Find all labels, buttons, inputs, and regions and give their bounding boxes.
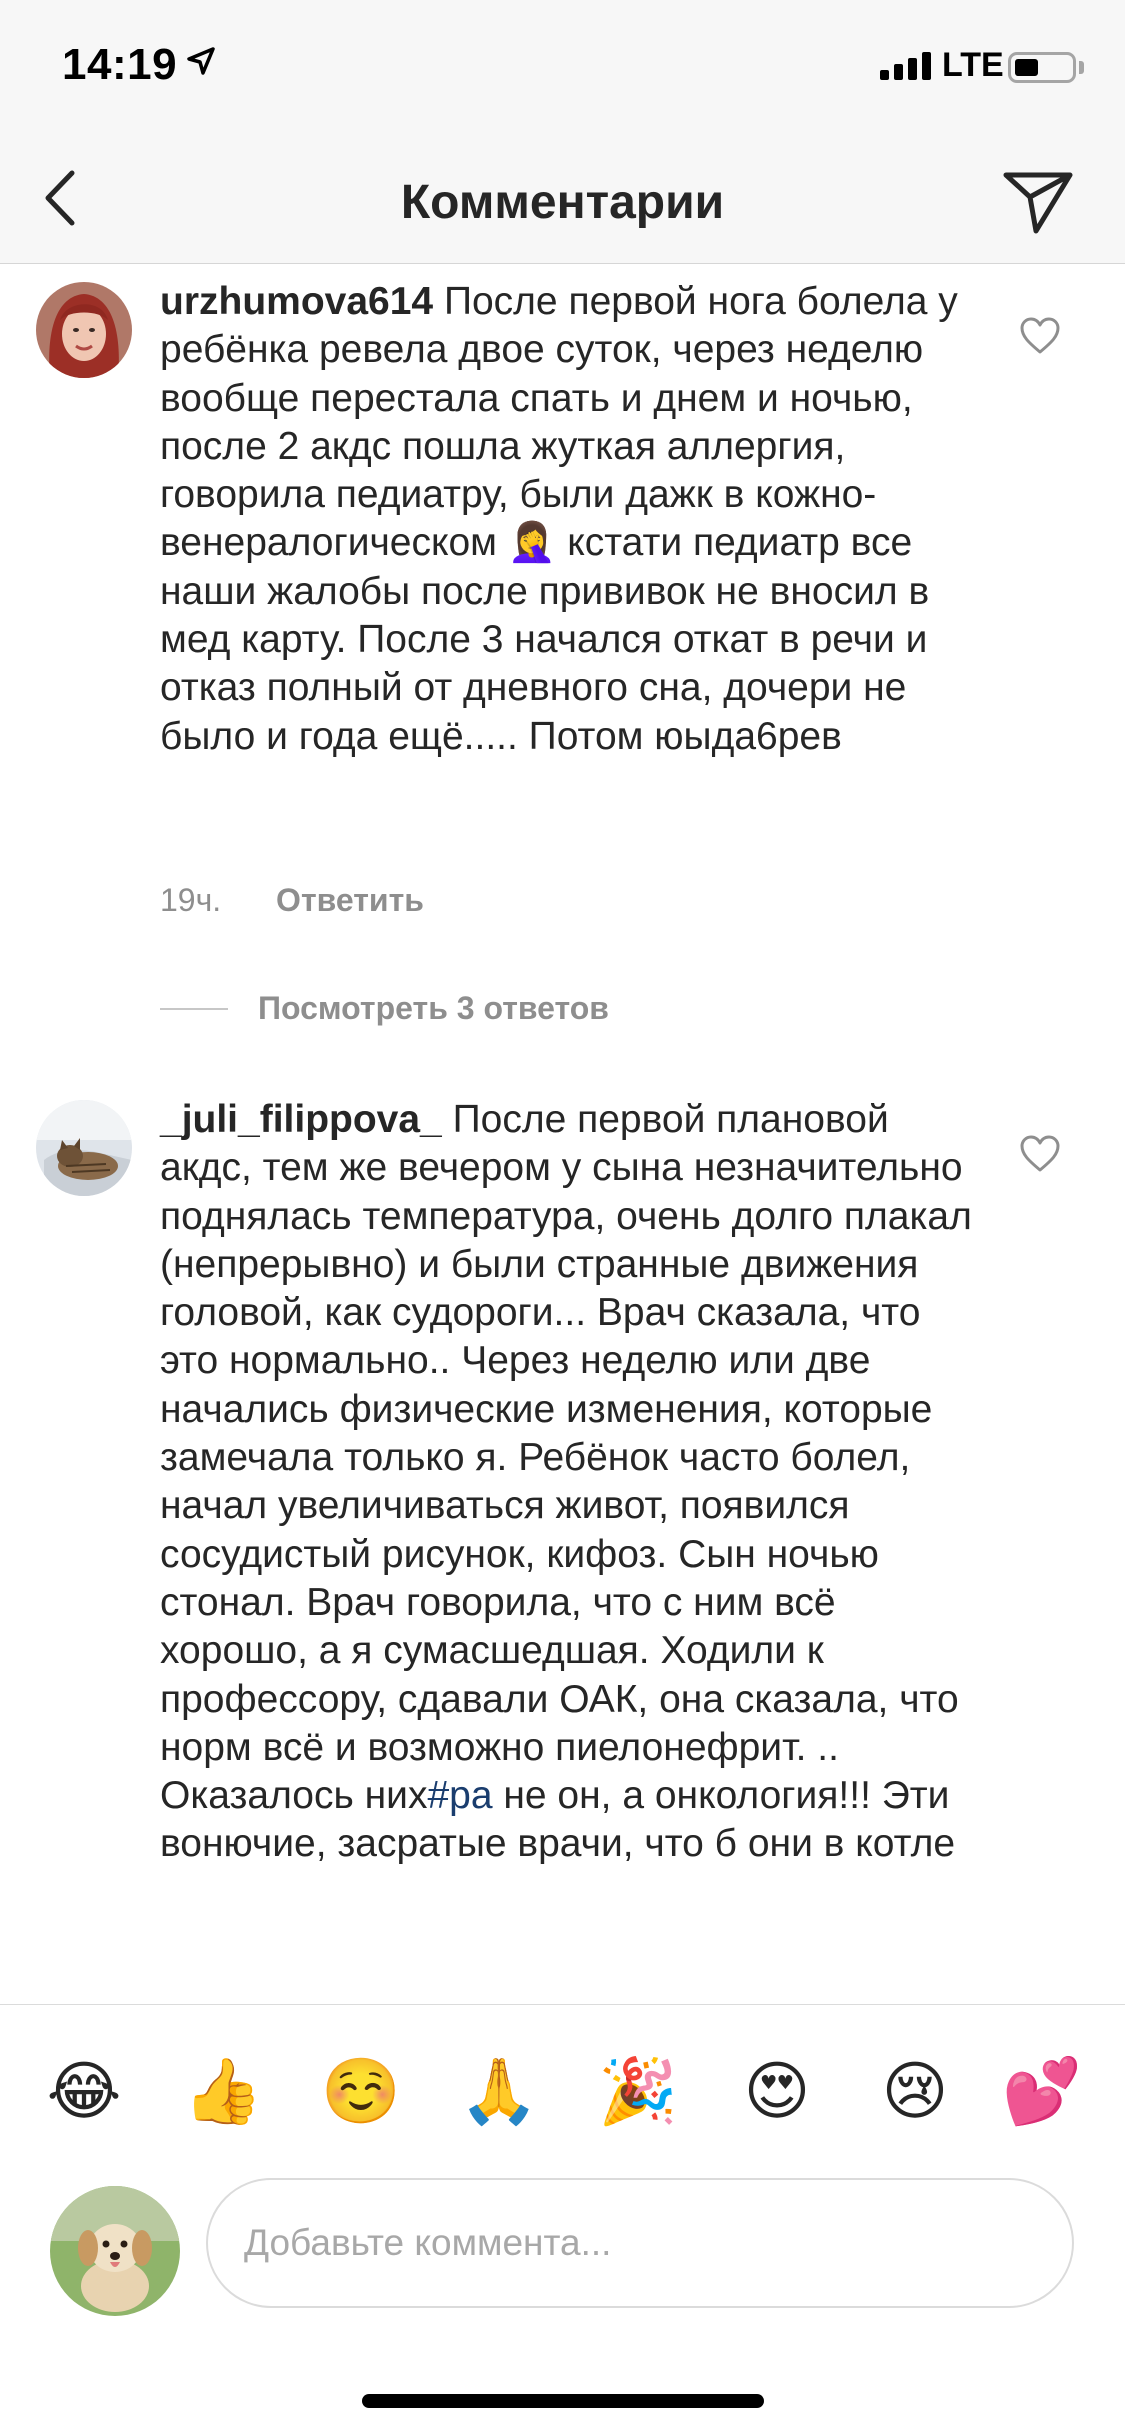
avatar[interactable] — [36, 282, 132, 378]
reply-button[interactable]: Ответить — [276, 882, 424, 918]
home-indicator[interactable] — [362, 2394, 764, 2408]
view-replies-label: Посмотреть 3 ответов — [258, 990, 609, 1026]
laughing-emoji[interactable]: 😂 — [42, 2051, 126, 2131]
battery-icon — [1008, 52, 1076, 83]
like-heart-icon[interactable] — [1018, 1134, 1062, 1174]
battery-tip — [1079, 61, 1084, 74]
comments-list[interactable]: urzhumova614 После первой нога болела у … — [0, 264, 1125, 2004]
facepalm-emoji: 🤦‍♀️ — [507, 521, 557, 565]
hashtag-link[interactable]: #ра — [427, 1774, 492, 1817]
direct-send-icon[interactable] — [1000, 161, 1076, 237]
comment-username[interactable]: _juli_filippova_ — [160, 1098, 442, 1141]
location-arrow-icon — [187, 47, 215, 75]
cellular-signal-icon — [880, 52, 931, 80]
status-time: 14:19 — [62, 40, 178, 89]
crying-emoji[interactable]: 😢 — [873, 2051, 957, 2131]
page-title: Комментарии — [400, 176, 725, 229]
two-hearts-emoji[interactable]: 💕 — [1000, 2051, 1084, 2131]
my-avatar[interactable] — [50, 2186, 180, 2316]
comment-username[interactable]: urzhumova614 — [160, 280, 433, 323]
comment-meta: 19ч. Ответить — [160, 882, 424, 919]
comment-body-part: После первой плановой акдс, тем же вечер… — [160, 1098, 972, 1818]
comment-input[interactable] — [206, 2178, 1074, 2308]
comment-time: 19ч. — [160, 882, 222, 918]
heart-eyes-emoji[interactable]: 😍 — [735, 2051, 819, 2131]
pray-emoji[interactable]: 🙏 — [457, 2051, 541, 2131]
status-bar: 14:19 LTE — [0, 0, 1125, 135]
like-heart-icon[interactable] — [1018, 316, 1062, 356]
comment-text: urzhumova614 После первой нога болела у … — [160, 278, 975, 761]
view-replies-button[interactable]: Посмотреть 3 ответов — [160, 990, 609, 1027]
party-popper-emoji[interactable]: 🎉 — [596, 2051, 680, 2131]
network-type: LTE — [942, 46, 1004, 84]
thumbs-up-emoji[interactable]: 👍 — [181, 2051, 265, 2131]
replies-divider-line — [160, 1007, 228, 1010]
comment-text: _juli_filippova_ После первой плановой а… — [160, 1096, 975, 1869]
smiling-emoji[interactable]: ☺️ — [319, 2051, 403, 2131]
nav-header: Комментарии — [0, 135, 1125, 264]
emoji-quick-bar: 😂 👍 ☺️ 🙏 🎉 😍 😢 💕 — [0, 2004, 1125, 2179]
avatar[interactable] — [36, 1100, 132, 1196]
